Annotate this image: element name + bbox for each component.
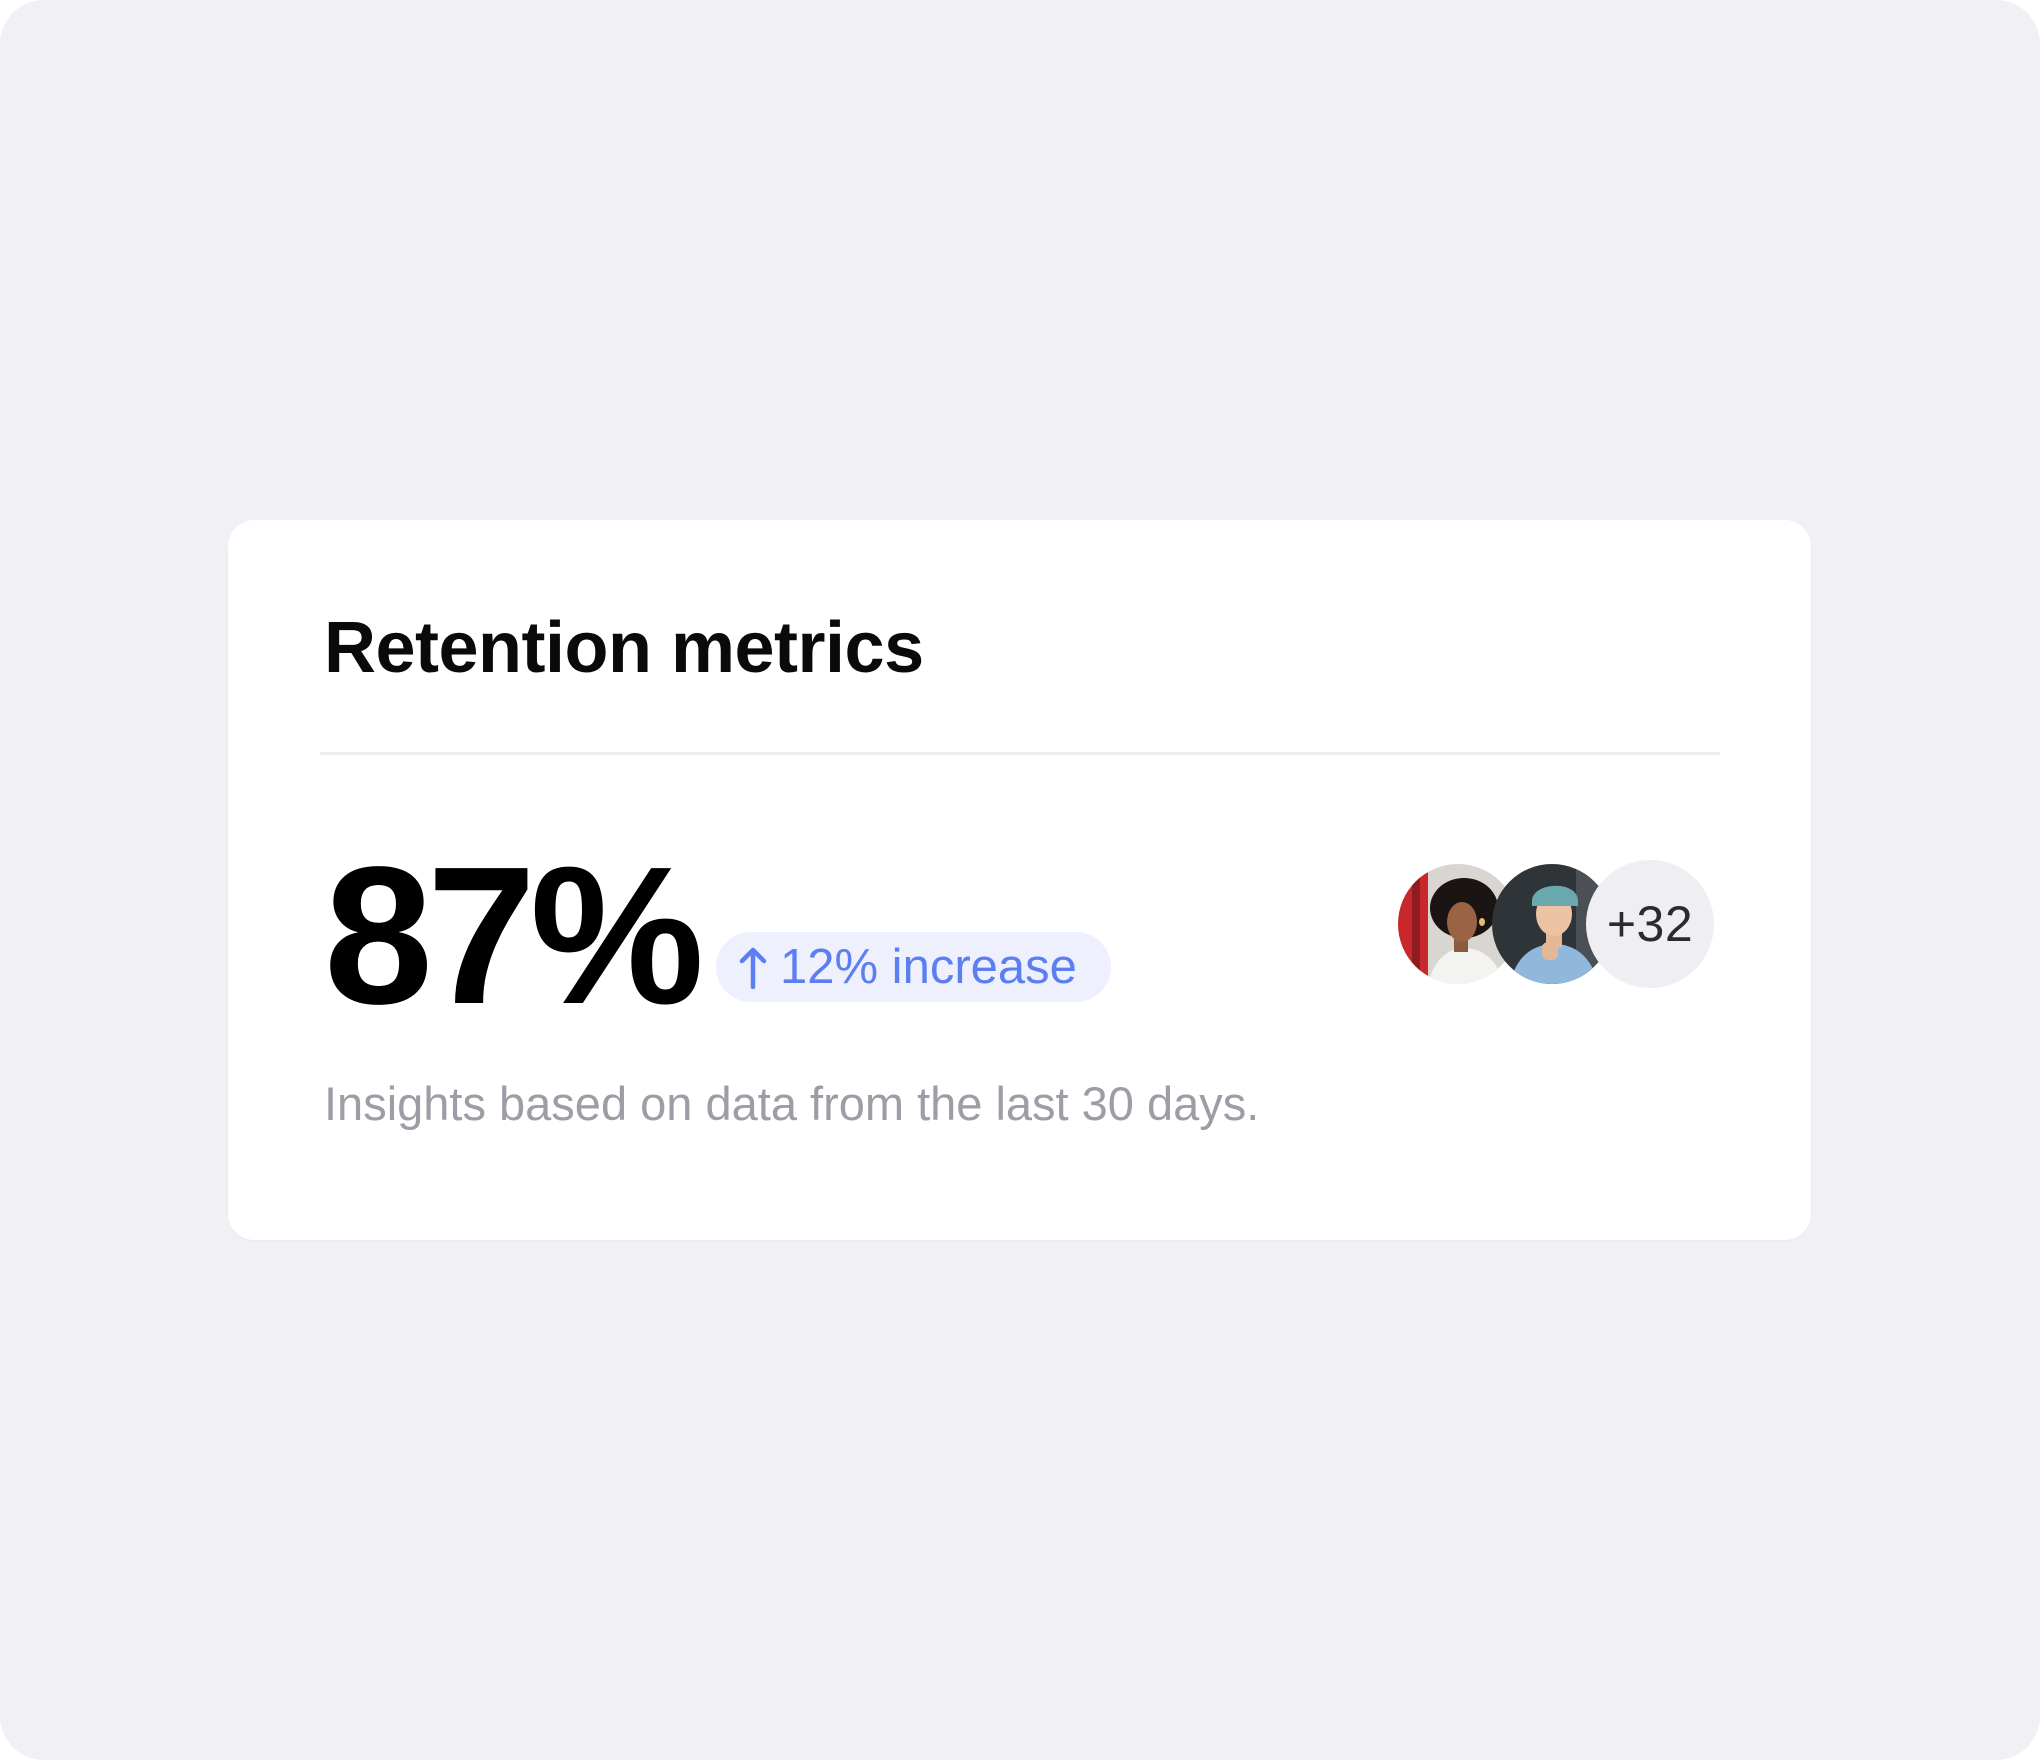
card-footnote: Insights based on data from the last 30 … (324, 1077, 1260, 1130)
arrow-up-icon (738, 945, 768, 989)
card-title: Retention metrics (324, 608, 924, 688)
trend-label: 12% increase (780, 939, 1077, 994)
retention-value: 87% (324, 826, 704, 1045)
avatar-overflow-count[interactable]: +32 (1586, 860, 1714, 988)
avatar-group[interactable]: +32 (1398, 860, 1728, 988)
divider (320, 752, 1720, 755)
retention-metrics-card: Retention metrics 87% 12% increase +32 I… (228, 520, 1811, 1240)
trend-badge: 12% increase (716, 932, 1111, 1002)
page-background: Retention metrics 87% 12% increase +32 I… (0, 0, 2040, 1760)
